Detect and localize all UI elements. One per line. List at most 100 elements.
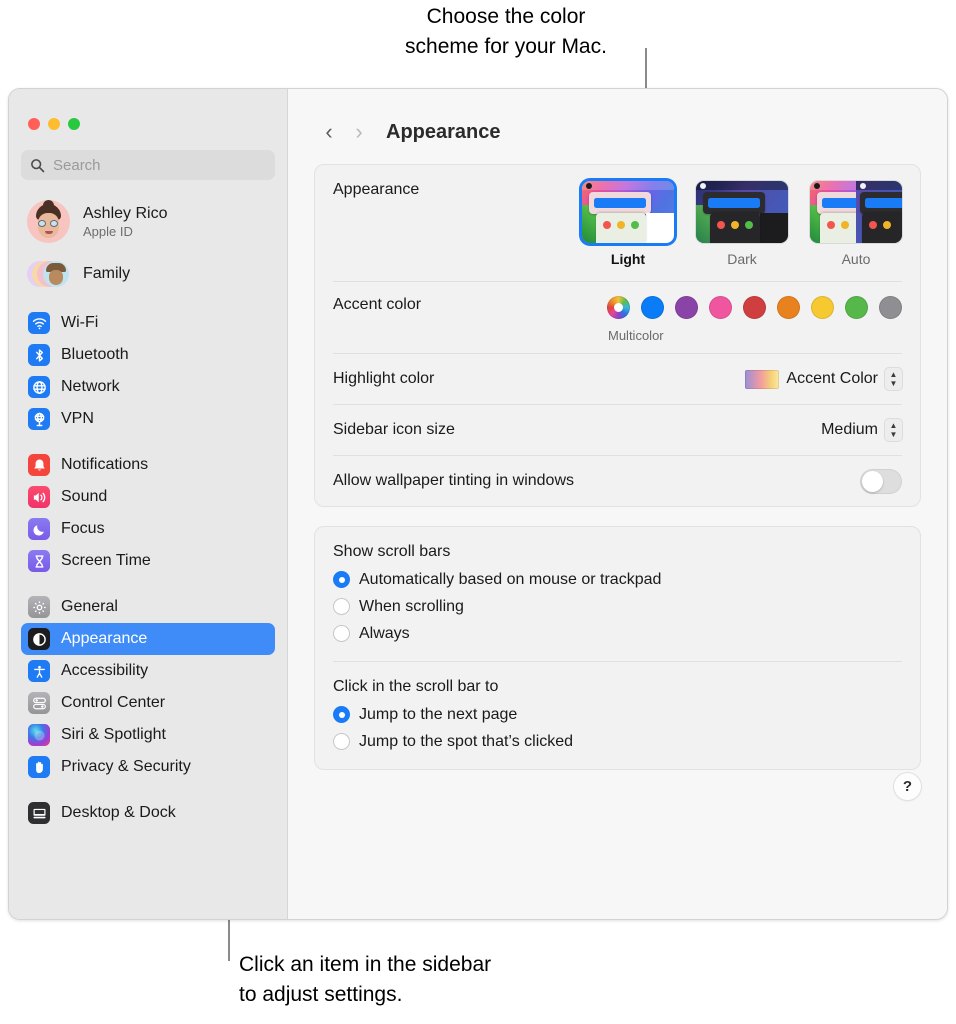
dark-mode-thumbnail [696, 181, 788, 243]
minimize-button[interactable] [48, 118, 60, 130]
sidebar-item-siri-spotlight[interactable]: Siri & Spotlight [21, 719, 275, 751]
accent-color-swatches [607, 296, 902, 319]
radio-label: When scrolling [359, 598, 464, 616]
accent-color-row: Accent color Multicolor [315, 282, 920, 353]
sidebar-item-label: Network [61, 378, 120, 396]
sidebar-item-control-center[interactable]: Control Center [21, 687, 275, 719]
auto-mode-thumbnail [810, 181, 902, 243]
sidebar-item-desktop-dock[interactable]: Desktop & Dock [21, 797, 275, 829]
sidebar-group-1: Notifications SoundFocus Screen Time [9, 449, 287, 577]
accent-swatch-orange[interactable] [777, 296, 800, 319]
accent-swatch-green[interactable] [845, 296, 868, 319]
sidebar-item-bluetooth[interactable]: Bluetooth [21, 339, 275, 371]
system-settings-window: Ashley Rico Apple ID Family Wi-FiBluetoo… [8, 88, 948, 920]
light-mode-thumbnail [582, 181, 674, 243]
sidebar-item-general[interactable]: General [21, 591, 275, 623]
help-button[interactable]: ? [894, 773, 921, 800]
radio-button[interactable] [333, 598, 350, 615]
scroll-bars-settings-card: Show scroll bars Automatically based on … [314, 526, 921, 770]
wallpaper-tinting-toggle[interactable] [860, 469, 902, 494]
sidebar-item-label: Appearance [61, 630, 147, 648]
sidebar-item-label: Notifications [61, 456, 148, 474]
appearance-option-auto[interactable]: Auto [810, 181, 902, 267]
sidebar-group-2: General Appearance Accessibility Control Ce… [9, 591, 287, 783]
sidebar-group-0: Wi-FiBluetooth Network VPN [9, 307, 287, 435]
accent-swatch-purple[interactable] [675, 296, 698, 319]
gear-icon [28, 596, 50, 618]
click-scroll-bar-option-1[interactable]: Jump to the spot that’s clicked [333, 728, 902, 755]
accent-swatch-graphite[interactable] [879, 296, 902, 319]
accent-swatch-pink[interactable] [709, 296, 732, 319]
accent-swatch-blue[interactable] [641, 296, 664, 319]
sidebar-icon-size-label: Sidebar icon size [333, 421, 455, 439]
sidebar-item-label: Screen Time [61, 552, 151, 570]
sidebar-item-label: Siri & Spotlight [61, 726, 166, 744]
radio-button[interactable] [333, 571, 350, 588]
sidebar-item-notifications[interactable]: Notifications [21, 449, 275, 481]
accent-color-label: Accent color [333, 296, 421, 314]
accent-swatch-red[interactable] [743, 296, 766, 319]
wallpaper-tinting-row: Allow wallpaper tinting in windows [315, 456, 920, 506]
highlight-color-popup-button[interactable]: Accent Color [745, 368, 902, 390]
control-center-icon [28, 692, 50, 714]
account-name: Ashley Rico [83, 205, 167, 223]
highlight-color-label: Highlight color [333, 370, 434, 388]
show-scroll-bars-option-0[interactable]: Automatically based on mouse or trackpad [333, 566, 902, 593]
sidebar-item-label: General [61, 598, 118, 616]
sidebar-item-sound[interactable]: Sound [21, 481, 275, 513]
close-button[interactable] [28, 118, 40, 130]
desktop-dock-icon [28, 802, 50, 824]
sidebar-item-screen-time[interactable]: Screen Time [21, 545, 275, 577]
accent-swatch-multicolor[interactable] [607, 296, 630, 319]
sidebar-item-network[interactable]: Network [21, 371, 275, 403]
sidebar-item-family[interactable]: Family [21, 255, 275, 293]
sidebar-item-privacy-security[interactable]: Privacy & Security [21, 751, 275, 783]
sidebar-item-label: Desktop & Dock [61, 804, 176, 822]
show-scroll-bars-option-1[interactable]: When scrolling [333, 593, 902, 620]
radio-label: Jump to the next page [359, 706, 517, 724]
sidebar-icon-size-value: Medium [821, 421, 878, 439]
show-scroll-bars-radio-group: Automatically based on mouse or trackpad… [333, 566, 902, 647]
sidebar-item-appearance[interactable]: Appearance [21, 623, 275, 655]
forward-button[interactable]: › [344, 117, 374, 147]
sidebar-item-focus[interactable]: Focus [21, 513, 275, 545]
account-subtitle: Apple ID [83, 224, 167, 239]
accent-color-caption: Multicolor [608, 328, 664, 343]
radio-button[interactable] [333, 625, 350, 642]
search-field[interactable] [21, 150, 275, 180]
apple-id-account-row[interactable]: Ashley Rico Apple ID [21, 196, 275, 247]
click-scroll-bar-radio-group: Jump to the next page Jump to the spot th… [333, 701, 902, 755]
sidebar-icon-size-popup-button[interactable]: Medium [821, 419, 902, 441]
highlight-color-value: Accent Color [786, 370, 878, 388]
show-scroll-bars-group: Show scroll bars Automatically based on … [315, 527, 920, 661]
radio-button[interactable] [333, 733, 350, 750]
detail-toolbar: ‹ › Appearance [288, 89, 947, 147]
sidebar-item-vpn[interactable]: VPN [21, 403, 275, 435]
sidebar-nav: Wi-FiBluetooth Network VPN Notifications Sou… [9, 307, 287, 829]
moon-icon [28, 518, 50, 540]
sidebar-group-3: Desktop & Dock [9, 797, 287, 829]
screenshot-root: Choose the color scheme for your Mac. Cl… [0, 0, 956, 1024]
accent-swatch-yellow[interactable] [811, 296, 834, 319]
sidebar-item-wi-fi[interactable]: Wi-Fi [21, 307, 275, 339]
appearance-option-dark[interactable]: Dark [696, 181, 788, 267]
dark-mode-label: Dark [727, 251, 757, 267]
siri-icon [28, 724, 50, 746]
search-input[interactable] [53, 157, 266, 174]
show-scroll-bars-option-2[interactable]: Always [333, 620, 902, 647]
click-scroll-bar-option-0[interactable]: Jump to the next page [333, 701, 902, 728]
show-scroll-bars-title: Show scroll bars [333, 543, 902, 561]
radio-button[interactable] [333, 706, 350, 723]
radio-label: Automatically based on mouse or trackpad [359, 571, 661, 589]
speaker-icon [28, 486, 50, 508]
wifi-icon [28, 312, 50, 334]
network-globe-icon [28, 376, 50, 398]
sidebar-item-accessibility[interactable]: Accessibility [21, 655, 275, 687]
sidebar-item-label: Accessibility [61, 662, 148, 680]
zoom-button[interactable] [68, 118, 80, 130]
bell-icon [28, 454, 50, 476]
appearance-option-light[interactable]: Light [582, 181, 674, 267]
appearance-mode-row: Appearance Light [315, 165, 920, 281]
back-button[interactable]: ‹ [314, 117, 344, 147]
radio-label: Always [359, 625, 410, 643]
